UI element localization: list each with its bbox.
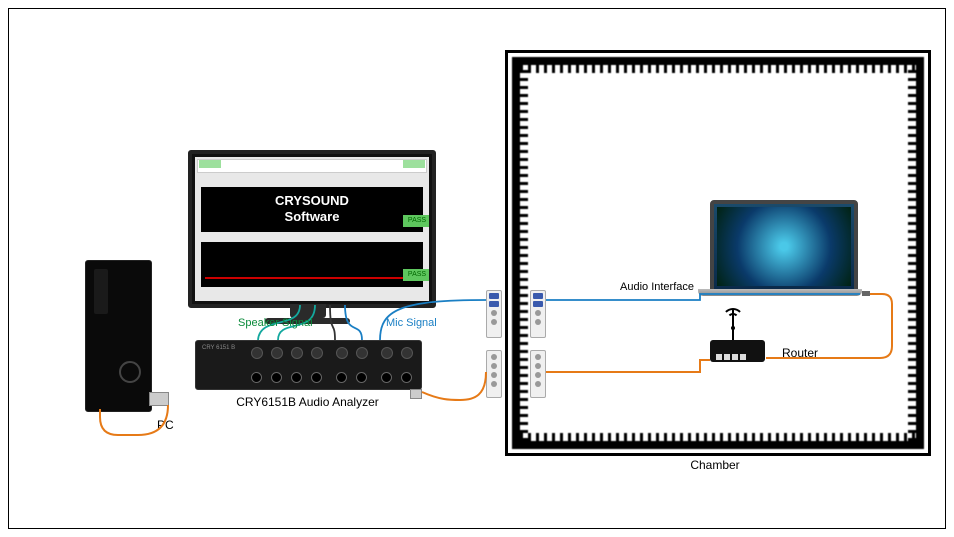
analyzer-knob-icon [356,347,368,359]
pc-tower [85,260,152,412]
audio-analyzer: CRY 6151 B [195,340,422,390]
software-name-line2: Software [201,209,423,225]
analyzer-port-icon [381,372,392,383]
analyzer-port-icon [356,372,367,383]
analyzer-label: CRY6151B Audio Analyzer [195,395,420,409]
analyzer-port-icon [291,372,302,383]
pc-power-button-icon [119,361,141,383]
monitor-screen: CRYSOUND Software PASS PASS [195,157,429,301]
analyzer-port-icon [336,372,347,383]
pass-badge: PASS [403,269,429,281]
monitor-base [265,318,350,324]
panel-outer-bottom [486,350,502,398]
pc-usb-port [149,392,169,406]
software-button-icon [403,160,425,168]
panel-outer-top [486,290,502,338]
router-eth-ports [716,354,746,360]
analyzer-knob-icon [401,347,413,359]
software-waveform-panel [201,242,423,287]
router [710,340,765,362]
chamber-label: Chamber [505,458,925,472]
software-name-line1: CRYSOUND [201,193,423,209]
panel-inner-bottom [530,350,546,398]
pc-label: PC [157,418,174,432]
analyzer-knob-icon [291,347,303,359]
analyzer-port-icon [251,372,262,383]
analyzer-port-icon [401,372,412,383]
analyzer-knob-icon [251,347,263,359]
laptop-screen [717,207,851,286]
analyzer-port-icon [271,372,282,383]
analyzer-brand-text: CRY 6151 B [202,345,235,351]
monitor: CRYSOUND Software PASS PASS [188,150,436,308]
panel-inner-top [530,290,546,338]
analyzer-knob-icon [336,347,348,359]
laptop-base [698,289,862,296]
analyzer-knob-icon [311,347,323,359]
analyzer-knob-icon [271,347,283,359]
analyzer-port-icon [311,372,322,383]
software-button-icon [199,160,221,168]
wifi-signal-dot-icon [731,326,735,330]
monitor-stand [290,304,326,318]
laptop-dut [710,200,858,293]
software-titlebar [197,159,427,173]
laptop-port [862,291,870,296]
analyzer-knob-icon [381,347,393,359]
router-label: Router [782,346,818,360]
software-waveform-panel: CRYSOUND Software [201,187,423,232]
pass-badge: PASS [403,215,429,227]
waveform-icon [205,277,419,279]
